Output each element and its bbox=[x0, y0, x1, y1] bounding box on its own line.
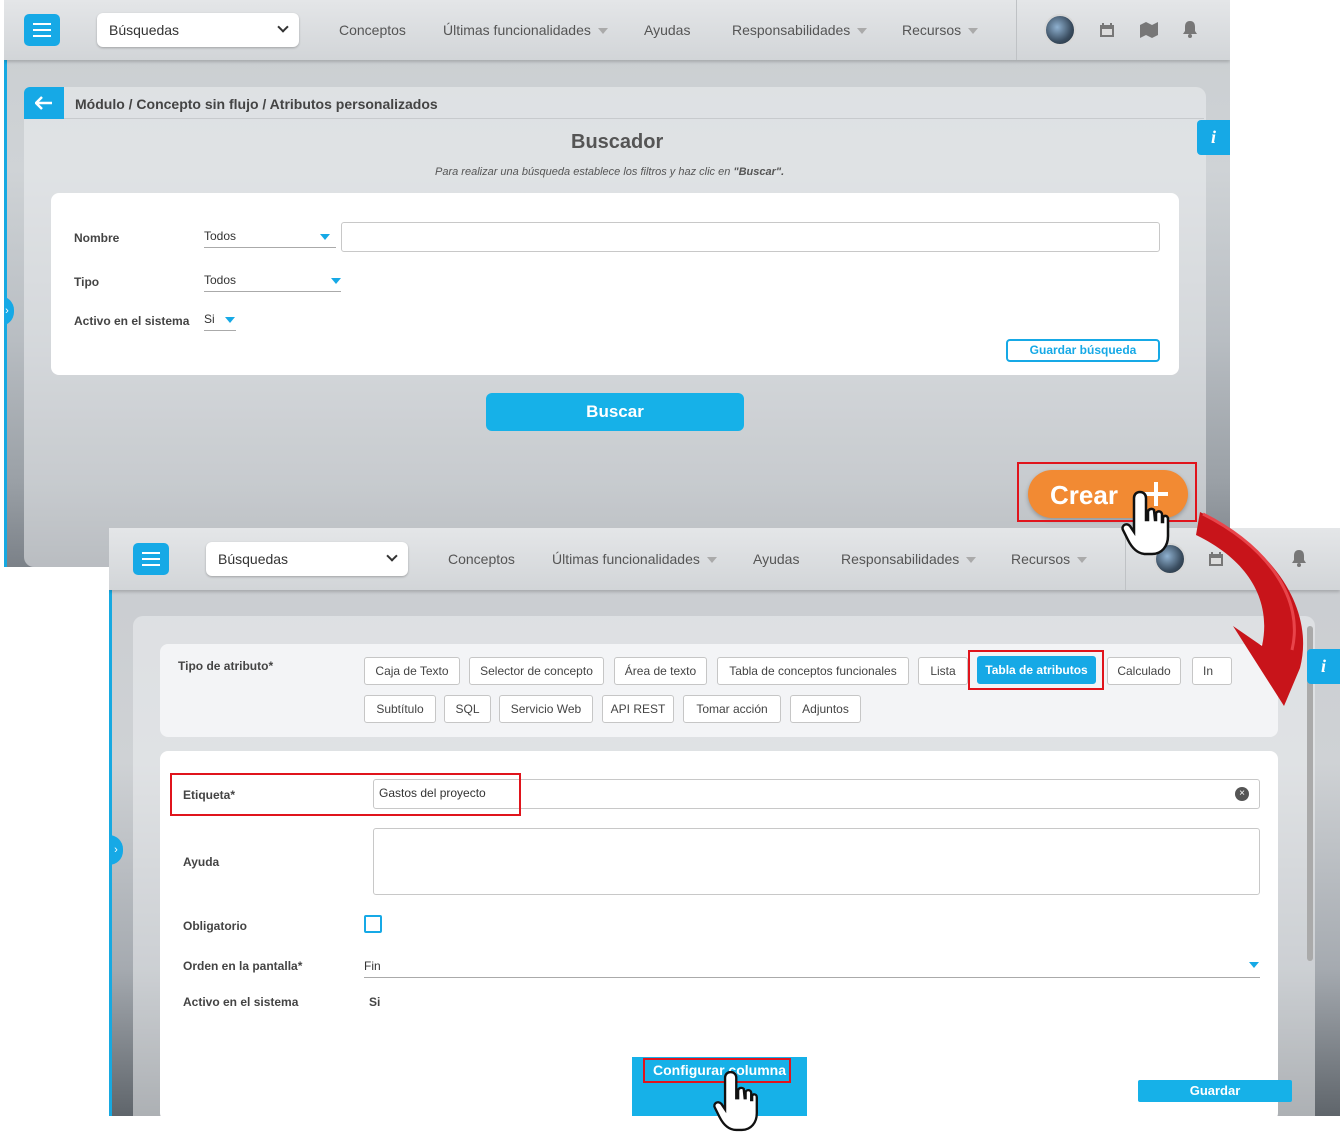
curved-arrow-icon bbox=[1196, 512, 1304, 706]
pointer-hand-icon bbox=[713, 1070, 758, 1132]
pointer-hand-icon bbox=[1121, 490, 1170, 556]
